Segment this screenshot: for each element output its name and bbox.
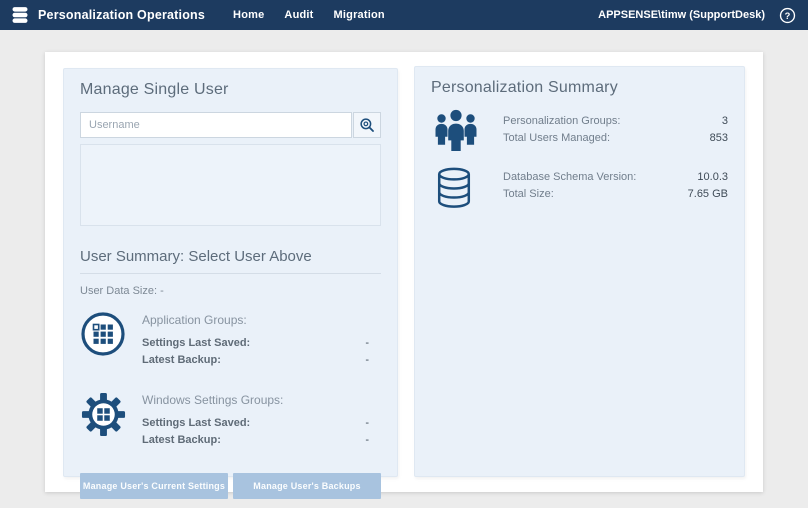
help-icon[interactable]: ?	[779, 7, 796, 24]
manage-backups-button[interactable]: Manage User's Backups	[233, 473, 381, 499]
personalization-summary-title: Personalization Summary	[431, 79, 728, 97]
top-navbar: Personalization Operations Home Audit Mi…	[0, 0, 808, 30]
database-summary: Database Schema Version: 10.0.3 Total Si…	[431, 165, 728, 211]
nav-item-audit[interactable]: Audit	[274, 9, 323, 21]
windows-settings-groups-section: Windows Settings Groups: Settings Last S…	[80, 389, 381, 449]
win-settings-last-saved-row: Settings Last Saved: -	[142, 415, 369, 432]
svg-text:?: ?	[785, 10, 791, 20]
application-groups-icon	[80, 309, 142, 369]
database-schema-version-row: Database Schema Version: 10.0.3	[503, 169, 728, 186]
windows-settings-groups-label: Windows Settings Groups:	[142, 393, 369, 407]
manage-single-user-title: Manage Single User	[80, 81, 381, 99]
main-card: Manage Single User User Summary: Select …	[45, 52, 763, 492]
application-groups-label: Application Groups:	[142, 313, 369, 327]
main-nav: Home Audit Migration	[223, 9, 395, 21]
total-users-managed-row: Total Users Managed: 853	[503, 130, 728, 147]
groups-users-summary: Personalization Groups: 3 Total Users Ma…	[431, 109, 728, 151]
nav-item-home[interactable]: Home	[223, 9, 274, 21]
summary-divider	[80, 273, 381, 274]
app-latest-backup-row: Latest Backup: -	[142, 352, 369, 369]
logged-in-user: APPSENSE\timw (SupportDesk)	[598, 9, 765, 21]
total-size-row: Total Size: 7.65 GB	[503, 186, 728, 203]
user-data-size: User Data Size: -	[80, 285, 381, 297]
search-icon	[358, 116, 376, 134]
app-title: Personalization Operations	[38, 8, 205, 22]
win-latest-backup-row: Latest Backup: -	[142, 432, 369, 449]
user-data-size-value: -	[160, 285, 164, 297]
windows-settings-gear-icon	[80, 389, 142, 449]
users-icon	[431, 109, 503, 151]
database-icon	[431, 165, 503, 211]
search-user-button[interactable]	[353, 112, 381, 138]
personalization-summary-panel: Personalization Summary Personalization …	[414, 66, 745, 477]
user-summary-title: User Summary: Select User Above	[80, 248, 381, 265]
app-settings-last-saved-row: Settings Last Saved: -	[142, 335, 369, 352]
personalization-groups-row: Personalization Groups: 3	[503, 113, 728, 130]
user-results-list[interactable]	[80, 144, 381, 226]
nav-item-migration[interactable]: Migration	[324, 9, 395, 21]
username-search-input[interactable]	[80, 112, 352, 138]
application-groups-section: Application Groups: Settings Last Saved:…	[80, 309, 381, 369]
manage-single-user-panel: Manage Single User User Summary: Select …	[63, 68, 398, 477]
user-data-size-label: User Data Size:	[80, 285, 157, 297]
manage-current-settings-button[interactable]: Manage User's Current Settings	[80, 473, 228, 499]
app-logo-database-icon	[10, 5, 30, 25]
